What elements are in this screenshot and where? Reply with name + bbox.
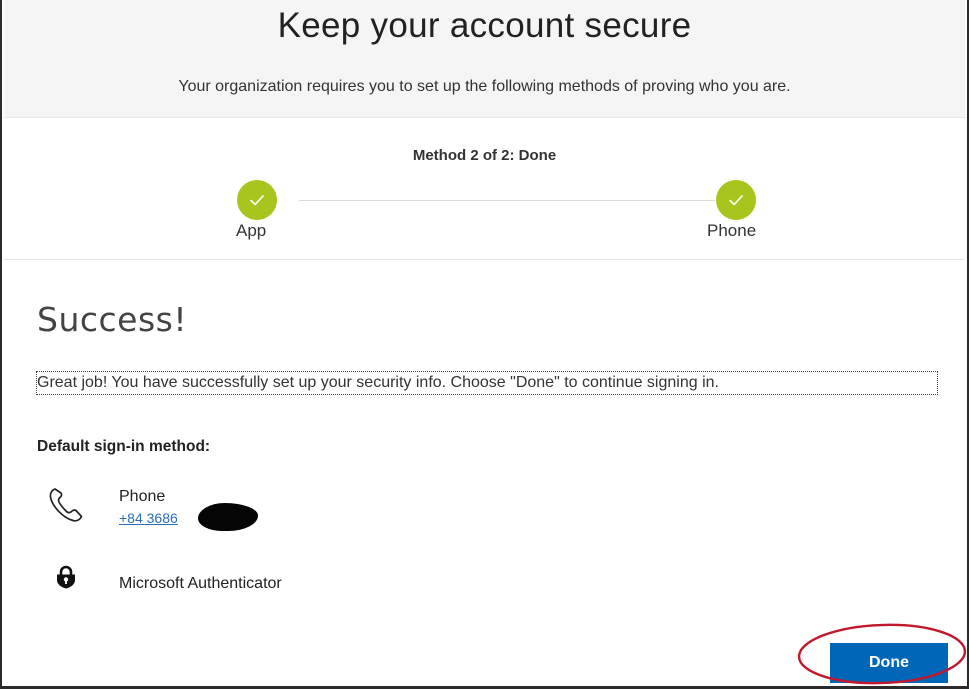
page-title: Keep your account secure	[277, 6, 692, 45]
security-setup-window: Keep your account secure Your organizati…	[0, 0, 969, 689]
default-method-label: Default sign-in method:	[37, 438, 211, 455]
phone-number-link[interactable]: +84 3686	[119, 510, 178, 526]
step-app-checkmark-icon	[237, 180, 277, 220]
step-app-label: App	[236, 221, 267, 240]
redaction-mark	[198, 503, 258, 531]
page-subtitle: Your organization requires you to set up…	[178, 78, 791, 95]
header: Keep your account secure Your organizati…	[4, 0, 965, 118]
method-phone-name: Phone	[119, 488, 166, 505]
phone-icon	[49, 488, 83, 522]
stepper-connector	[299, 200, 715, 201]
done-button[interactable]: Done	[830, 643, 948, 683]
step-phone-label: Phone	[707, 221, 757, 240]
success-heading: Success!	[37, 300, 188, 339]
success-message: Great job! You have successfully set up …	[36, 371, 938, 395]
method-progress-label: Method 2 of 2: Done	[412, 147, 557, 164]
authenticator-lock-icon	[57, 565, 75, 589]
step-phone-checkmark-icon	[716, 180, 756, 220]
method-authenticator-name: Microsoft Authenticator	[119, 575, 282, 592]
method-stepper: Method 2 of 2: Done App Phone	[4, 119, 965, 260]
